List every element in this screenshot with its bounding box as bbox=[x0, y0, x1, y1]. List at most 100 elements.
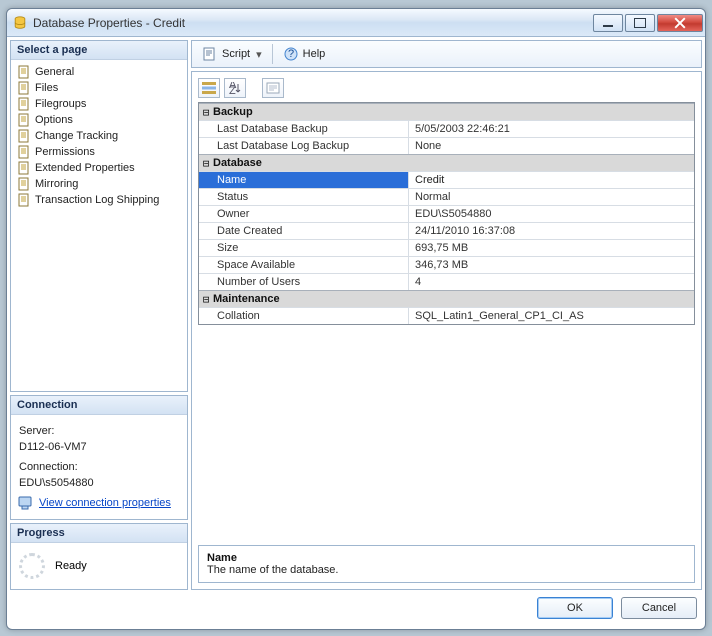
prop-size[interactable]: Size 693,75 MB bbox=[199, 239, 694, 256]
sort-az-icon: AZ bbox=[228, 82, 242, 94]
select-page-header: Select a page bbox=[11, 41, 187, 60]
chevron-down-icon: ▾ bbox=[256, 48, 262, 61]
prop-key: Space Available bbox=[199, 257, 409, 273]
description-name: Name bbox=[207, 552, 686, 564]
server-label: Server: bbox=[13, 423, 185, 439]
svg-text:?: ? bbox=[288, 48, 294, 60]
script-button[interactable]: Script ▾ bbox=[198, 44, 266, 64]
sidebar-item-label: Extended Properties bbox=[35, 162, 135, 174]
prop-value: 5/05/2003 22:46:21 bbox=[409, 121, 694, 137]
grid-filler bbox=[198, 329, 695, 541]
cancel-button[interactable]: Cancel bbox=[621, 597, 697, 619]
titlebar[interactable]: Database Properties - Credit bbox=[7, 9, 705, 37]
progress-header: Progress bbox=[11, 524, 187, 543]
left-pane: Select a page General Files Filegroups bbox=[10, 40, 188, 590]
prop-collation[interactable]: Collation SQL_Latin1_General_CP1_CI_AS bbox=[199, 307, 694, 324]
dialog-footer: OK Cancel bbox=[7, 593, 705, 629]
prop-value: 24/11/2010 16:37:08 bbox=[409, 223, 694, 239]
categorized-icon bbox=[202, 82, 216, 94]
prop-value: 693,75 MB bbox=[409, 240, 694, 256]
page-icon bbox=[17, 97, 31, 111]
connection-header: Connection bbox=[11, 396, 187, 415]
prop-key: Size bbox=[199, 240, 409, 256]
page-icon bbox=[17, 81, 31, 95]
prop-value: None bbox=[409, 138, 694, 154]
sidebar-item-mirroring[interactable]: Mirroring bbox=[13, 176, 185, 192]
dialog-window: Database Properties - Credit Select a pa… bbox=[6, 8, 706, 630]
progress-body: Ready bbox=[11, 543, 187, 589]
description-text: The name of the database. bbox=[207, 564, 686, 576]
close-button[interactable] bbox=[657, 14, 703, 32]
prop-name[interactable]: Name Credit bbox=[199, 171, 694, 188]
script-label: Script bbox=[222, 48, 250, 60]
prop-number-of-users[interactable]: Number of Users 4 bbox=[199, 273, 694, 290]
prop-value: Credit bbox=[409, 172, 694, 188]
minimize-button[interactable] bbox=[593, 14, 623, 32]
connection-value: EDU\s5054880 bbox=[13, 475, 185, 491]
window-title: Database Properties - Credit bbox=[33, 16, 593, 30]
category-maintenance[interactable]: ⊟ Maintenance bbox=[199, 290, 694, 307]
database-icon bbox=[13, 15, 27, 31]
prop-value: Normal bbox=[409, 189, 694, 205]
page-icon bbox=[17, 161, 31, 175]
sidebar-item-options[interactable]: Options bbox=[13, 112, 185, 128]
collapse-toggle-icon[interactable]: ⊟ bbox=[199, 157, 213, 170]
toolbar: Script ▾ ? Help bbox=[191, 40, 702, 68]
ok-button-label: OK bbox=[567, 602, 583, 614]
category-backup[interactable]: ⊟ Backup bbox=[199, 103, 694, 120]
alphabetical-view-button[interactable]: AZ bbox=[224, 78, 246, 98]
page-list: General Files Filegroups Options bbox=[11, 60, 187, 391]
sidebar-item-filegroups[interactable]: Filegroups bbox=[13, 96, 185, 112]
sidebar-item-transaction-log-shipping[interactable]: Transaction Log Shipping bbox=[13, 192, 185, 208]
prop-value: 346,73 MB bbox=[409, 257, 694, 273]
category-label: Database bbox=[213, 155, 262, 171]
categorized-view-button[interactable] bbox=[198, 78, 220, 98]
sidebar-item-label: Files bbox=[35, 82, 58, 94]
prop-owner[interactable]: Owner EDU\S5054880 bbox=[199, 205, 694, 222]
select-page-panel: Select a page General Files Filegroups bbox=[10, 40, 188, 392]
prop-space-available[interactable]: Space Available 346,73 MB bbox=[199, 256, 694, 273]
toolbar-separator bbox=[272, 44, 273, 64]
property-grid[interactable]: ⊟ Backup Last Database Backup 5/05/2003 … bbox=[198, 102, 695, 325]
sidebar-item-label: Change Tracking bbox=[35, 130, 118, 142]
property-pages-icon bbox=[266, 82, 280, 94]
system-buttons bbox=[593, 14, 703, 32]
right-pane: Script ▾ ? Help bbox=[191, 40, 702, 590]
sidebar-item-change-tracking[interactable]: Change Tracking bbox=[13, 128, 185, 144]
page-icon bbox=[17, 113, 31, 127]
prop-last-database-log-backup[interactable]: Last Database Log Backup None bbox=[199, 137, 694, 154]
prop-last-database-backup[interactable]: Last Database Backup 5/05/2003 22:46:21 bbox=[199, 120, 694, 137]
sidebar-item-permissions[interactable]: Permissions bbox=[13, 144, 185, 160]
maximize-button[interactable] bbox=[625, 14, 655, 32]
prop-key: Collation bbox=[199, 308, 409, 324]
view-connection-properties-link[interactable]: View connection properties bbox=[39, 497, 171, 509]
server-value: D112-06-VM7 bbox=[13, 439, 185, 455]
collapse-toggle-icon[interactable]: ⊟ bbox=[199, 106, 213, 119]
sidebar-item-label: General bbox=[35, 66, 74, 78]
sidebar-item-general[interactable]: General bbox=[13, 64, 185, 80]
prop-key: Last Database Log Backup bbox=[199, 138, 409, 154]
client-area: Select a page General Files Filegroups bbox=[7, 37, 705, 593]
property-grid-toolbar: AZ bbox=[198, 78, 695, 98]
prop-value: 4 bbox=[409, 274, 694, 290]
cancel-button-label: Cancel bbox=[642, 602, 676, 614]
prop-key: Owner bbox=[199, 206, 409, 222]
prop-key: Status bbox=[199, 189, 409, 205]
help-button[interactable]: ? Help bbox=[279, 44, 330, 64]
property-pages-button[interactable] bbox=[262, 78, 284, 98]
collapse-toggle-icon[interactable]: ⊟ bbox=[199, 293, 213, 306]
ok-button[interactable]: OK bbox=[537, 597, 613, 619]
sidebar-item-label: Filegroups bbox=[35, 98, 86, 110]
category-database[interactable]: ⊟ Database bbox=[199, 154, 694, 171]
page-icon bbox=[17, 177, 31, 191]
connection-body: Server: D112-06-VM7 Connection: EDU\s505… bbox=[11, 415, 187, 519]
progress-panel: Progress Ready bbox=[10, 523, 188, 590]
prop-date-created[interactable]: Date Created 24/11/2010 16:37:08 bbox=[199, 222, 694, 239]
prop-key: Date Created bbox=[199, 223, 409, 239]
prop-key: Number of Users bbox=[199, 274, 409, 290]
sidebar-item-extended-properties[interactable]: Extended Properties bbox=[13, 160, 185, 176]
help-icon: ? bbox=[283, 46, 299, 62]
sidebar-item-files[interactable]: Files bbox=[13, 80, 185, 96]
connection-properties-icon bbox=[17, 495, 33, 511]
prop-status[interactable]: Status Normal bbox=[199, 188, 694, 205]
